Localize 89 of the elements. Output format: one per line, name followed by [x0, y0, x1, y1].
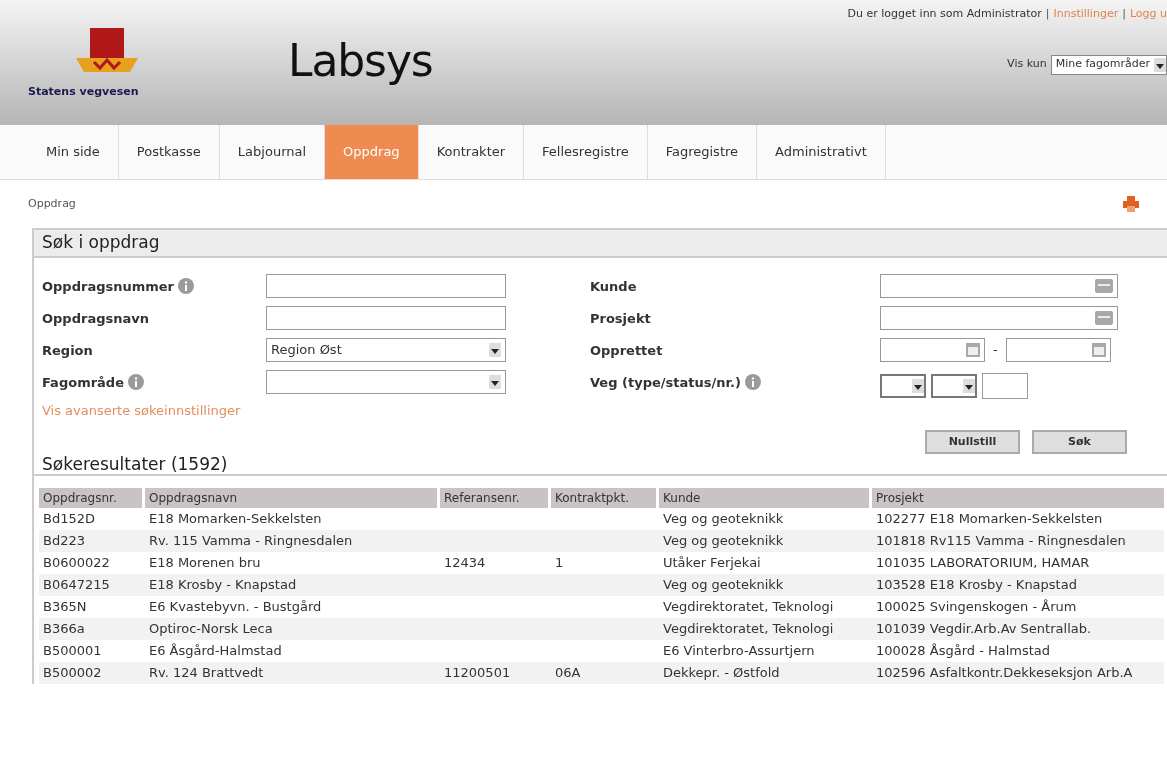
table-cell: Veg og geoteknikk	[663, 511, 784, 526]
link-separator: |	[1045, 6, 1050, 22]
field-label: Prosjekt	[590, 311, 651, 326]
field-label: Veg (type/status/nr.)	[590, 375, 741, 390]
table-cell: B0600022	[43, 555, 110, 570]
table-cell: 06A	[555, 665, 581, 680]
select-field[interactable]	[931, 374, 977, 398]
table-cell: Bd223	[43, 533, 85, 548]
column-header[interactable]: Prosjekt	[872, 488, 1164, 508]
table-cell: Rv. 115 Vamma - Ringnesdalen	[149, 533, 353, 548]
column-header[interactable]: Oppdragsnavn	[145, 488, 437, 508]
table-cell: 101035 LABORATORIUM, HAMAR	[876, 555, 1090, 570]
table-cell: 100028 Åsgård - Halmstad	[876, 643, 1051, 658]
table-cell: B500002	[43, 665, 102, 680]
table-cell: E18 Krosby - Knapstad	[149, 577, 297, 592]
table-cell: E6 Vinterbro-Assurtjern	[663, 643, 815, 658]
table-cell: B366a	[43, 621, 85, 636]
table-cell: 103528 E18 Krosby - Knapstad	[876, 577, 1077, 592]
table-cell: Vegdirektoratet, Teknologi	[663, 621, 834, 636]
calendar-icon	[1091, 343, 1106, 357]
panel-title: Søk i oppdrag	[42, 231, 160, 255]
table-cell: 11200501	[444, 665, 511, 680]
select-field[interactable]: Region Øst	[266, 338, 506, 362]
breadcrumb: Oppdrag	[28, 195, 76, 212]
table-cell: B365N	[43, 599, 87, 614]
date-field[interactable]	[1005, 338, 1111, 362]
table-row[interactable]: B500002 Rv. 124 Brattvedt 11200501 06A Dekkepr. - Østfold 102596 Asfaltkontr.Dekkeseksjon Arb.A	[39, 662, 1164, 684]
field-label: Oppdragsnavn	[42, 311, 149, 326]
field-label: Opprettet	[590, 343, 663, 358]
field-label: Region	[42, 343, 93, 358]
table-cell: 102596 Asfaltkontr.Dekkeseksjon Arb.A	[876, 665, 1133, 680]
lookup-field[interactable]	[880, 306, 1118, 330]
table-cell: Utåker Ferjekai	[663, 555, 761, 570]
column-header[interactable]: Referansenr.	[440, 488, 548, 508]
field-label: Fagområde	[42, 375, 124, 390]
form-button[interactable]: Søk	[1032, 430, 1127, 454]
nav-tab[interactable]: Administrativt	[757, 125, 886, 179]
select-field[interactable]	[266, 370, 506, 394]
field-label: Kunde	[590, 279, 637, 294]
table-cell: E18 Momarken-Sekkelsten	[149, 511, 322, 526]
link-separator: |	[1122, 6, 1126, 22]
field-label: Oppdragsnummer	[42, 279, 175, 294]
date-field[interactable]	[880, 338, 985, 362]
table-cell: B500001	[43, 643, 102, 658]
column-header[interactable]: Kunde	[659, 488, 869, 508]
table-cell: B0647215	[43, 577, 110, 592]
nav-tab[interactable]: Fellesregistre	[524, 125, 648, 179]
table-cell: E18 Morenen bru	[149, 555, 261, 570]
print-icon[interactable]	[1123, 196, 1139, 212]
table-cell: Vegdirektoratet, Teknologi	[663, 599, 834, 614]
table-cell: 1	[555, 555, 564, 570]
table-row[interactable]: B0647215 E18 Krosby - Knapstad Veg og geoteknikk 103528 E18 Krosby - Knapstad	[39, 574, 1164, 596]
lookup-field[interactable]	[880, 274, 1118, 298]
filter-select[interactable]: Mine fagområder	[1050, 54, 1167, 75]
nav-tab[interactable]: Kontrakter	[418, 125, 525, 179]
table-cell: 102277 E18 Momarken-Sekkelsten	[876, 511, 1103, 526]
logo-text: Statens vegvesen	[28, 84, 139, 100]
table-cell: Bd152D	[43, 511, 95, 526]
nav-tab[interactable]: Postkasse	[118, 125, 220, 179]
results-title: Søkeresultater (1592)	[42, 454, 228, 474]
table-cell: 101039 Vegdir.Arb.Av Sentrallab.	[876, 621, 1092, 636]
table-row[interactable]: B366a Optiroc-Norsk Leca Vegdirektoratet, Teknologi 101039 Vegdir.Arb.Av Sentrallab.	[39, 618, 1164, 640]
text-field[interactable]	[266, 274, 506, 298]
nav-tab[interactable]: Fagregistre	[647, 125, 758, 179]
lookup-icon	[1095, 279, 1113, 293]
table-cell: Veg og geoteknikk	[663, 533, 784, 548]
table-cell: E6 Kvastebyvn. - Bustgård	[149, 599, 322, 614]
table-cell: Rv. 124 Brattvedt	[149, 665, 264, 680]
table-cell: Dekkepr. - Østfold	[663, 665, 780, 680]
user-info: Du er logget inn som Administrator	[847, 6, 1042, 22]
range-separator: -	[993, 341, 998, 360]
table-cell: 12434	[444, 555, 486, 570]
filter-label: Vis kun	[1007, 56, 1047, 73]
table-cell: Optiroc-Norsk Leca	[149, 621, 273, 636]
column-header[interactable]: Kontraktpkt.	[551, 488, 656, 508]
column-header[interactable]: Oppdragsnr.	[39, 488, 142, 508]
text-field[interactable]	[982, 373, 1028, 399]
table-cell: 101818 Rv115 Vamma - Ringnesdalen	[876, 533, 1126, 548]
nav-tab[interactable]: Min side	[28, 125, 119, 179]
lookup-icon	[1095, 311, 1113, 325]
table-cell: 100025 Svingenskogen - Årum	[876, 599, 1077, 614]
table-row[interactable]: Bd223 Rv. 115 Vamma - Ringnesdalen Veg og geoteknikk 101818 Rv115 Vamma - Ringnesdalen	[39, 530, 1164, 552]
table-cell: E6 Åsgård-Halmstad	[149, 643, 282, 658]
form-button[interactable]: Nullstill	[925, 430, 1020, 454]
app-title: Labsys	[288, 35, 433, 86]
text-field[interactable]	[266, 306, 506, 330]
table-cell: Veg og geoteknikk	[663, 577, 784, 592]
select-field[interactable]	[880, 374, 926, 398]
calendar-icon	[966, 343, 980, 357]
